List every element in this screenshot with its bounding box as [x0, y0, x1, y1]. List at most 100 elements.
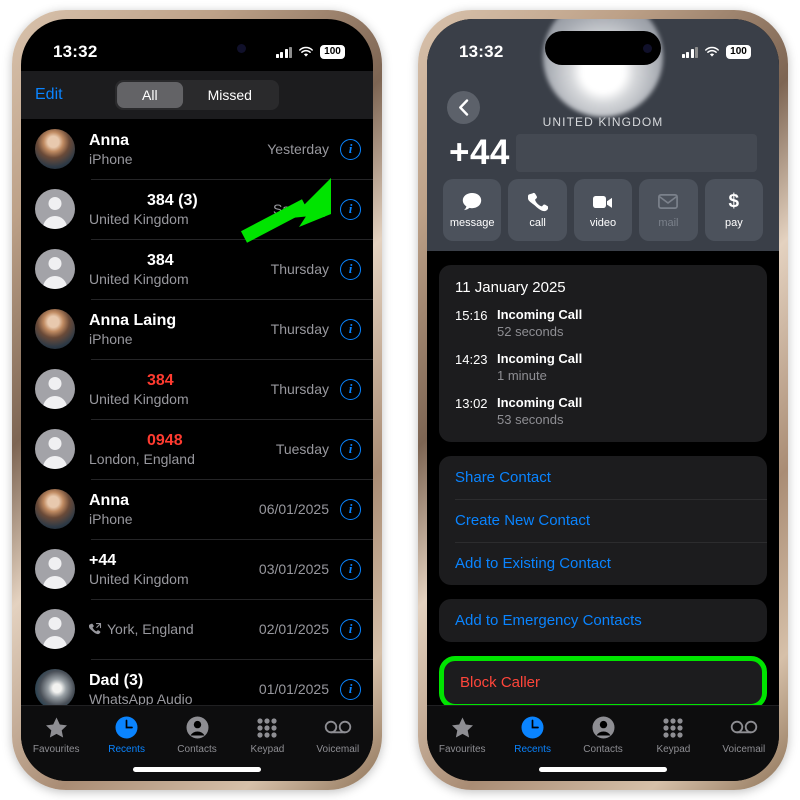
- call-info-button[interactable]: i: [340, 198, 361, 220]
- call-item-name: 384: [147, 371, 174, 389]
- action-button-video[interactable]: video: [573, 179, 633, 241]
- call-list-item[interactable]: Anna iPhone Yesterday i: [21, 119, 373, 179]
- call-list-item[interactable]: Anna iPhone 06/01/2025 i: [21, 479, 373, 539]
- home-indicator-right: [539, 767, 667, 772]
- all-missed-segmented-control[interactable]: All Missed: [115, 80, 279, 110]
- back-button[interactable]: [447, 91, 480, 124]
- call-item-name: Anna Laing: [89, 311, 177, 329]
- tab-label: Keypad: [250, 744, 285, 755]
- tab-label: Voicemail: [722, 744, 766, 755]
- tab-keypad[interactable]: Keypad: [232, 715, 302, 755]
- contact-action-row[interactable]: Share Contact: [439, 456, 767, 499]
- call-item-time: Saturday: [272, 201, 329, 217]
- tab-recents[interactable]: Recents: [91, 715, 161, 755]
- call-item-name: Anna: [89, 131, 129, 149]
- tab-favourites[interactable]: Favourites: [21, 715, 91, 755]
- call-history-item: 13:02 Incoming Call 53 seconds: [455, 395, 751, 428]
- call-list-item[interactable]: 384 United Kingdom Thursday i: [21, 359, 373, 419]
- call-item-text: Anna Laing iPhone: [75, 311, 271, 348]
- call-item-text: York, England: [75, 620, 259, 638]
- keypad-icon: [257, 717, 278, 738]
- action-button-message[interactable]: message: [443, 179, 502, 241]
- call-list-item[interactable]: 384 (3) United Kingdom Saturday i: [21, 179, 373, 239]
- clock-icon: [115, 716, 138, 739]
- action-button-pay[interactable]: $ pay: [704, 179, 764, 241]
- person-icon: [186, 716, 209, 739]
- front-camera-icon: [643, 43, 652, 53]
- edit-button[interactable]: Edit: [35, 86, 63, 104]
- contact-action-row[interactable]: Create New Contact: [439, 499, 767, 542]
- voicemail-icon: [324, 720, 352, 734]
- call-info-button[interactable]: i: [340, 378, 361, 400]
- call-list-item[interactable]: Anna Laing iPhone Thursday i: [21, 299, 373, 359]
- call-item-time: Thursday: [270, 381, 329, 397]
- segment-all[interactable]: All: [117, 82, 183, 108]
- tab-label: Keypad: [656, 744, 691, 755]
- voicemail-icon: [730, 715, 758, 740]
- emergency-contacts-card[interactable]: Add to Emergency Contacts: [439, 599, 767, 642]
- cellular-signal-icon: [275, 46, 292, 58]
- call-info-button[interactable]: i: [340, 138, 361, 160]
- call-item-location: United Kingdom: [89, 270, 189, 287]
- call-info-button[interactable]: i: [340, 438, 361, 460]
- contact-actions-card[interactable]: Share Contact Create New Contact Add to …: [439, 456, 767, 585]
- block-caller-row[interactable]: Block Caller: [444, 661, 762, 704]
- left-phone-frame: 13:32 100 Edit All Missed Anna iPhone Ye…: [12, 10, 382, 790]
- tab-label: Favourites: [438, 744, 486, 755]
- clock-icon: [521, 715, 544, 740]
- block-caller-card[interactable]: Block Caller: [439, 656, 767, 709]
- contact-avatar: [35, 249, 75, 289]
- call-history-entries: 15:16 Incoming Call 52 seconds 14:23 Inc…: [455, 307, 751, 428]
- segment-missed[interactable]: Missed: [183, 82, 277, 108]
- action-button-call[interactable]: call: [508, 179, 567, 241]
- keypad-icon: [663, 717, 684, 738]
- wifi-icon: [299, 46, 313, 57]
- tab-contacts[interactable]: Contacts: [162, 715, 232, 755]
- call-list-item[interactable]: +44 United Kingdom 03/01/2025 i: [21, 539, 373, 599]
- call-item-text: 384 United Kingdom: [75, 371, 271, 408]
- call-history-type: Incoming Call: [497, 307, 583, 322]
- right-phone-frame: 13:32 100 UNITED KINGDOM +44 message cal…: [418, 10, 788, 790]
- recents-call-list[interactable]: Anna iPhone Yesterday i 384 (3) United K…: [21, 119, 373, 709]
- call-history-detail: Incoming Call 1 minute: [497, 351, 582, 384]
- contact-action-row[interactable]: Add to Existing Contact: [439, 542, 767, 585]
- call-info-button[interactable]: i: [340, 258, 361, 280]
- call-info-button[interactable]: i: [340, 558, 361, 580]
- person-icon: [592, 715, 615, 740]
- call-history-time: 14:23: [455, 352, 488, 367]
- front-camera-icon: [237, 43, 246, 53]
- call-item-location: iPhone: [89, 330, 133, 347]
- wifi-icon: [705, 46, 719, 57]
- tab-voicemail[interactable]: Voicemail: [709, 715, 779, 755]
- call-list-item[interactable]: 0948 London, England Tuesday i: [21, 419, 373, 479]
- call-list-item[interactable]: 384 United Kingdom Thursday i: [21, 239, 373, 299]
- call-info-button[interactable]: i: [340, 498, 361, 520]
- tab-keypad[interactable]: Keypad: [638, 715, 708, 755]
- clock-icon: [521, 716, 544, 739]
- tab-voicemail[interactable]: Voicemail: [303, 715, 373, 755]
- call-history-time: 13:02: [455, 396, 488, 411]
- tab-contacts[interactable]: Contacts: [568, 715, 638, 755]
- call-history-card: 11 January 2025 15:16 Incoming Call 52 s…: [439, 265, 767, 442]
- call-info-button[interactable]: i: [340, 678, 361, 700]
- battery-indicator: 100: [320, 45, 345, 59]
- tab-recents[interactable]: Recents: [497, 715, 567, 755]
- call-item-meta: Thursday i: [271, 258, 361, 280]
- call-item-meta: Thursday i: [271, 318, 361, 340]
- contact-avatar: [35, 489, 75, 529]
- call-item-text: 0948 London, England: [75, 431, 276, 468]
- call-item-time: 06/01/2025: [258, 501, 329, 517]
- call-info-button[interactable]: i: [340, 318, 361, 340]
- add-to-emergency-contacts-row[interactable]: Add to Emergency Contacts: [439, 599, 767, 642]
- contact-phone-number: +44: [449, 131, 757, 175]
- call-item-meta: 02/01/2025 i: [259, 618, 361, 640]
- call-item-meta: Saturday i: [272, 198, 361, 220]
- call-info-button[interactable]: i: [340, 618, 361, 640]
- contact-action-buttons[interactable]: message call video mail $ pay: [427, 179, 779, 251]
- screenshot-stage: 13:32 100 Edit All Missed Anna iPhone Ye…: [0, 0, 800, 800]
- tab-favourites[interactable]: Favourites: [427, 715, 497, 755]
- action-button-label: mail: [658, 216, 679, 229]
- star-icon: [451, 717, 473, 738]
- call-list-item[interactable]: York, England 02/01/2025 i: [21, 599, 373, 659]
- action-button-mail[interactable]: mail: [639, 179, 698, 241]
